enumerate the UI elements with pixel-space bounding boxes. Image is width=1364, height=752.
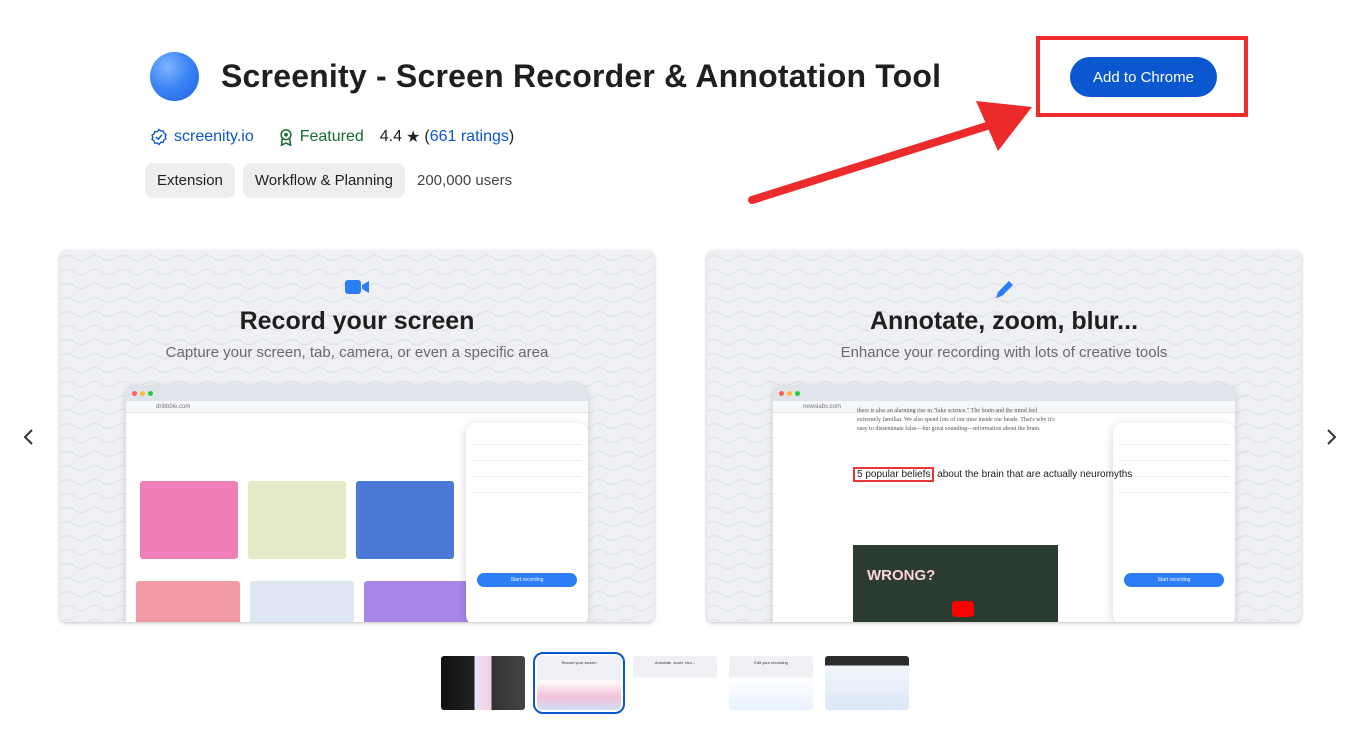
headline-rest: about the brain that are actually neurom… [934,469,1133,480]
play-icon [952,601,974,617]
annotation-arrow-icon [748,101,1032,204]
star-icon: ★ [406,129,421,146]
wrong-label: WRONG? [867,567,936,584]
mock-url: dribbble.com [126,401,588,413]
slide-subtitle: Enhance your recording with lots of crea… [840,344,1168,361]
mock-tiles-row2 [136,581,468,622]
carousel-prev-button[interactable] [16,425,40,449]
mock-tiles [140,481,454,559]
rating-summary: 4.4 ★ (661 ratings) [380,127,514,147]
mock-browser: dribbble.com Start recording [126,385,588,622]
featured-ribbon-icon [280,129,292,146]
mock-article-text: there is also an alarming rise in "fake … [857,408,1055,432]
thumbnail-5[interactable] [825,656,909,710]
ratings-count-link[interactable]: 661 ratings [430,128,509,145]
chip-workflow-planning[interactable]: Workflow & Planning [242,163,405,198]
featured-badge: Featured [278,128,364,146]
mock-recorder-panel: Start recording [466,423,588,622]
chevron-right-icon [1327,429,1337,445]
ratings-link[interactable]: (661 ratings) [424,128,514,146]
carousel-next-button[interactable] [1320,425,1344,449]
pencil-icon [992,278,1016,307]
screenshot-slide-annotate[interactable]: Annotate, zoom, blur... Enhance your rec… [707,251,1301,622]
mock-headline: 5 popular beliefs about the brain that a… [853,467,1133,482]
thumbnail-strip: Record your screen Annotate, zoom, blur.… [441,652,909,714]
chip-extension[interactable]: Extension [145,163,235,198]
thumbnail-1[interactable] [441,656,525,710]
user-count: 200,000 users [417,172,513,189]
featured-label: Featured [299,128,364,145]
annotated-phrase: 5 popular beliefs [853,467,935,482]
mock-tabbar [126,385,588,401]
category-chips: Extension Workflow & Planning 200,000 us… [145,163,512,198]
thumbnail-2[interactable]: Record your screen [533,652,625,714]
mock-recorder-panel: Start recording [1113,423,1235,622]
site-link-label: screenity.io [174,128,254,145]
slide-title: Record your screen [239,307,475,335]
annotation-highlight-box [1036,36,1248,117]
thumbnail-3[interactable]: Annotate, zoom, blur... [633,656,717,710]
rating-value: 4.4 [379,128,403,145]
extension-logo [150,52,199,101]
paren-close: ) [508,128,515,145]
extension-title: Screenity - Screen Recorder & Annotation… [221,58,942,94]
mock-start-recording: Start recording [477,573,577,587]
slide-subtitle: Capture your screen, tab, camera, or eve… [165,344,549,361]
verified-badge-icon [151,128,167,146]
mock-start-recording: Start recording [1124,573,1224,587]
video-camera-icon [344,278,370,301]
site-link[interactable]: screenity.io [150,128,254,146]
mock-tabbar [773,385,1235,401]
thumbnail-4[interactable]: Edit your recording [729,656,813,710]
screenshot-slide-record[interactable]: Record your screen Capture your screen, … [60,251,654,622]
extension-meta: screenity.io Featured 4.4 ★ (661 ratings… [150,127,514,147]
extension-page: Screenity - Screen Recorder & Annotation… [0,0,1364,752]
chevron-left-icon [23,429,33,445]
slide-title: Annotate, zoom, blur... [869,307,1139,335]
